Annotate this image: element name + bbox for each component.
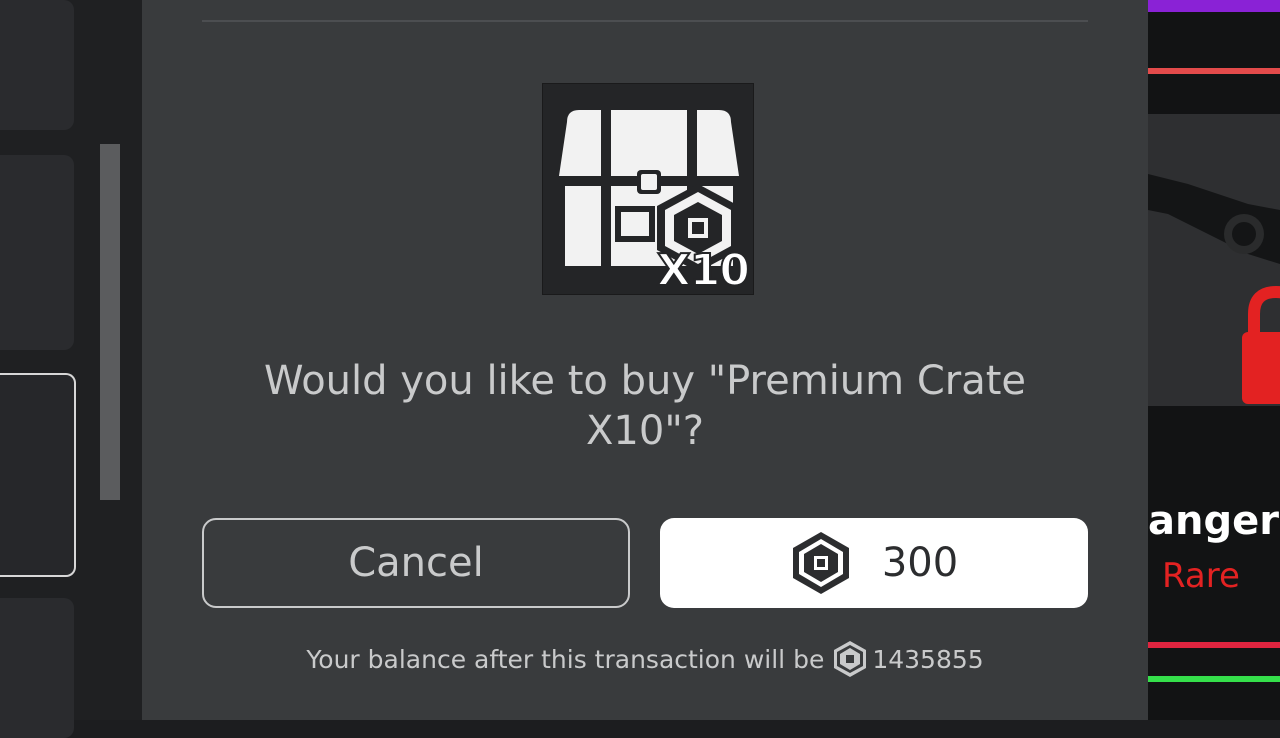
- balance-info: Your balance after this transaction will…: [202, 640, 1088, 678]
- balance-amount: 1435855: [872, 644, 984, 674]
- robux-icon: [832, 640, 868, 678]
- inventory-tile[interactable]: [0, 0, 74, 130]
- divider: [202, 20, 1088, 22]
- right-background-panel: anger Rare: [1148, 0, 1280, 720]
- inventory-tile[interactable]: [0, 155, 74, 350]
- accent-bar: [1148, 0, 1280, 12]
- scrollbar[interactable]: [100, 144, 120, 500]
- price-label: 300: [881, 540, 959, 586]
- item-name: anger: [1148, 498, 1279, 544]
- balance-text: Your balance after this transaction will…: [306, 644, 825, 674]
- robux-icon: [790, 530, 852, 596]
- cancel-button[interactable]: Cancel: [202, 518, 630, 608]
- buy-button[interactable]: 300: [660, 518, 1088, 608]
- left-background-panel: [0, 0, 142, 738]
- item-image[interactable]: [1148, 114, 1280, 406]
- purchase-prompt: Would you like to buy "Premium Crate X10…: [263, 358, 1027, 454]
- rarity-stripe: [1148, 68, 1280, 74]
- purchase-dialog: X10 Would you like to buy "Premium Crate…: [142, 0, 1148, 720]
- cancel-button-label: Cancel: [348, 540, 484, 586]
- inventory-tile[interactable]: [0, 598, 74, 738]
- inventory-tile-selected[interactable]: [0, 373, 76, 577]
- rarity-stripe: [1148, 642, 1280, 648]
- lock-icon: [1242, 285, 1280, 404]
- item-rarity: Rare: [1162, 556, 1240, 596]
- product-thumbnail: X10: [542, 83, 754, 295]
- rarity-stripe: [1148, 676, 1280, 682]
- product-multiplier-label: X10: [656, 244, 751, 295]
